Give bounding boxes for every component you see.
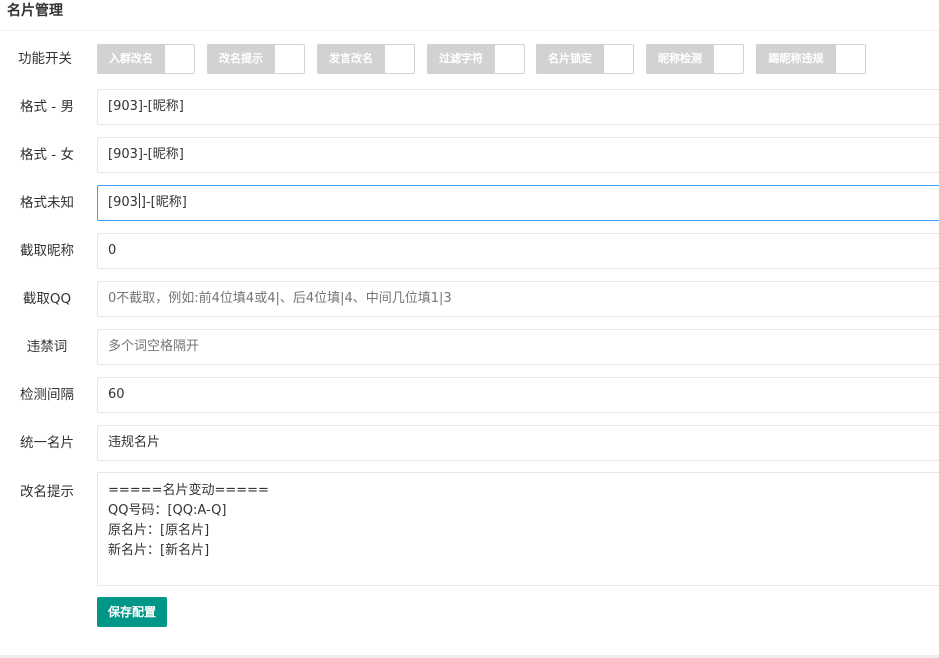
switch-filter-chars[interactable]: 过滤字符 bbox=[427, 44, 525, 74]
unified-card-value: 违规名片 bbox=[108, 435, 161, 450]
switch-label: 发言改名 bbox=[317, 44, 385, 74]
format-female-label: 格式 - 女 bbox=[20, 147, 74, 163]
format-unknown-value-after: ]-[昵称] bbox=[140, 195, 187, 210]
switch-rename-notice[interactable]: 改名提示 bbox=[207, 44, 305, 74]
switch-label: 昵称检测 bbox=[646, 44, 714, 74]
banned-words-input[interactable]: 多个词空格隔开 bbox=[97, 329, 939, 365]
unified-card-label: 统一名片 bbox=[20, 435, 74, 451]
save-config-button[interactable]: 保存配置 bbox=[97, 597, 167, 627]
switch-label: 名片锁定 bbox=[536, 44, 604, 74]
switch-join-rename[interactable]: 入群改名 bbox=[97, 44, 195, 74]
switch-label: 入群改名 bbox=[97, 44, 165, 74]
textarea-line: 新名片：[新名片] bbox=[108, 543, 210, 558]
banned-words-label: 违禁词 bbox=[26, 339, 68, 355]
format-male-label: 格式 - 男 bbox=[20, 99, 74, 115]
card-header: 名片管理 bbox=[0, 0, 939, 31]
format-female-input[interactable]: [903]-[昵称] bbox=[97, 137, 939, 173]
rename-notice-label: 改名提示 bbox=[20, 484, 74, 500]
truncate-nickname-input[interactable]: 0 bbox=[97, 233, 939, 269]
switch-label: 过滤字符 bbox=[427, 44, 495, 74]
switch-nickname-check[interactable]: 昵称检测 bbox=[646, 44, 744, 74]
switch-kick-violation[interactable]: 踢昵称违规 bbox=[756, 44, 866, 74]
textarea-line: QQ号码：[QQ:A-Q] bbox=[108, 503, 227, 518]
truncate-qq-placeholder: 0不截取，例如:前4位填4或4|、后4位填|4、中间几位填1|3 bbox=[108, 291, 452, 306]
format-female-value: [903]-[昵称] bbox=[108, 147, 184, 162]
truncate-qq-label: 截取QQ bbox=[22, 291, 72, 307]
switch-label: 改名提示 bbox=[207, 44, 275, 74]
check-interval-label: 检测间隔 bbox=[20, 387, 74, 403]
format-male-input[interactable]: [903]-[昵称] bbox=[97, 89, 939, 125]
format-unknown-input[interactable]: [903]-[昵称] bbox=[97, 185, 939, 221]
truncate-qq-input[interactable]: 0不截取，例如:前4位填4或4|、后4位填|4、中间几位填1|3 bbox=[97, 281, 939, 317]
switches-label: 功能开关 bbox=[18, 51, 72, 67]
card-management-page: 名片管理 功能开关 入群改名 改名提示 发言改名 过滤字符 名片锁定 昵称检测 … bbox=[0, 0, 939, 658]
check-interval-value: 60 bbox=[108, 387, 125, 402]
page-title: 名片管理 bbox=[7, 3, 63, 19]
check-interval-input[interactable]: 60 bbox=[97, 377, 939, 413]
truncate-nickname-label: 截取昵称 bbox=[20, 243, 74, 259]
format-male-value: [903]-[昵称] bbox=[108, 99, 184, 114]
textarea-line: 原名片：[原名片] bbox=[108, 523, 210, 538]
switch-speak-rename[interactable]: 发言改名 bbox=[317, 44, 415, 74]
truncate-nickname-value: 0 bbox=[108, 243, 117, 258]
text-caret bbox=[138, 193, 140, 208]
format-unknown-value-before: [903 bbox=[108, 195, 138, 210]
textarea-line: =====名片变动===== bbox=[108, 483, 269, 498]
banned-words-placeholder: 多个词空格隔开 bbox=[108, 339, 200, 354]
unified-card-input[interactable]: 违规名片 bbox=[97, 425, 939, 461]
switch-label: 踢昵称违规 bbox=[756, 44, 836, 74]
format-unknown-label: 格式未知 bbox=[20, 195, 74, 211]
rename-notice-textarea[interactable]: =====名片变动===== QQ号码：[QQ:A-Q] 原名片：[原名片] 新… bbox=[97, 472, 939, 586]
switch-card-lock[interactable]: 名片锁定 bbox=[536, 44, 634, 74]
